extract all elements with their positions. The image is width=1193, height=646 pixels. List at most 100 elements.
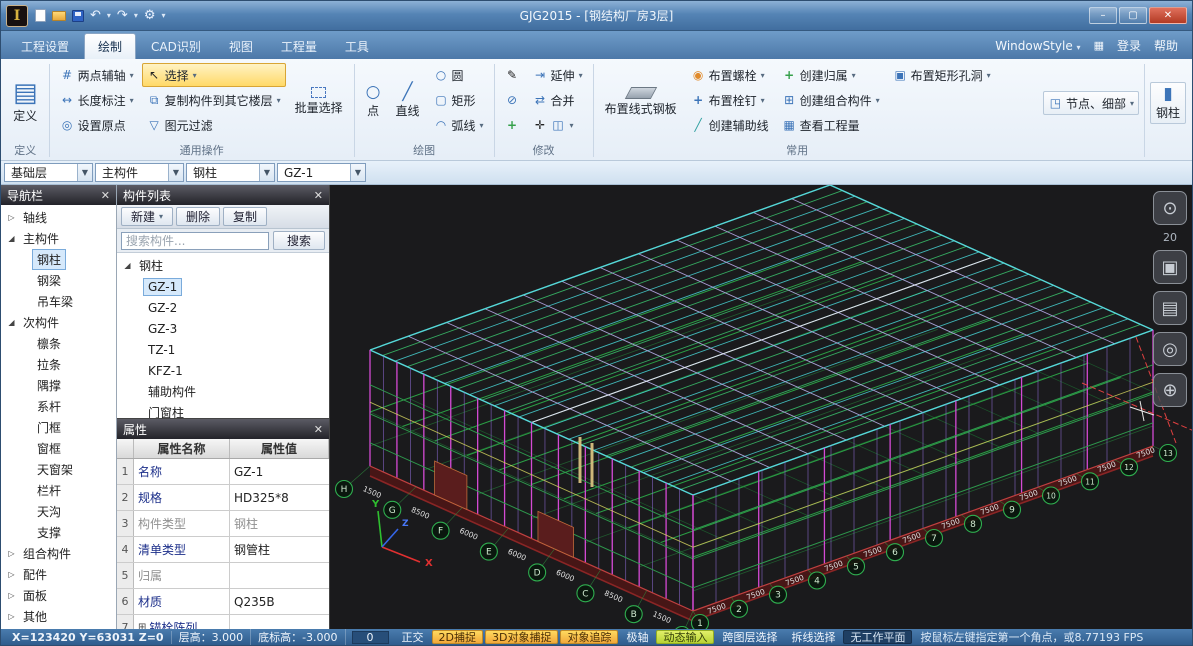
erase-button[interactable]: ⊘ bbox=[500, 88, 525, 112]
viewport-canvas[interactable]: 1750027500375004750057500675007750087500… bbox=[330, 185, 1192, 629]
category-select[interactable]: 主构件▼ bbox=[95, 163, 184, 182]
draw-circle-button[interactable]: ○圆 bbox=[429, 63, 489, 87]
nav-item[interactable]: 钢梁 bbox=[1, 270, 116, 291]
redo-dropdown-icon[interactable]: ▾ bbox=[134, 11, 138, 20]
close-icon[interactable]: ✕ bbox=[314, 423, 323, 436]
nav-item[interactable]: ▷组合构件 bbox=[1, 543, 116, 564]
create-belonging-button[interactable]: +创建归属▾ bbox=[777, 63, 885, 87]
close-button[interactable]: ✕ bbox=[1149, 7, 1187, 24]
close-icon[interactable]: ✕ bbox=[314, 189, 323, 202]
ribbon-tab[interactable]: 视图 bbox=[216, 34, 266, 59]
property-value[interactable]: HD325*8 bbox=[230, 485, 329, 510]
place-plate-button[interactable]: 布置线式钢板 bbox=[599, 63, 683, 140]
set-origin-button[interactable]: ◎设置原点 bbox=[55, 113, 139, 137]
viewport-3d[interactable]: 1750027500375004750057500675007750087500… bbox=[330, 185, 1192, 629]
ribbon-tab[interactable]: 绘制 bbox=[84, 33, 136, 59]
ribbon-tab[interactable]: 工程量 bbox=[268, 34, 330, 59]
nav-item[interactable]: 门框 bbox=[1, 417, 116, 438]
nav-item[interactable]: 支撑 bbox=[1, 522, 116, 543]
view-quantity-button[interactable]: ▦查看工程量 bbox=[777, 113, 885, 137]
status-toggle[interactable]: 无工作平面 bbox=[843, 630, 912, 644]
draw-line-button[interactable]: ╱直线 bbox=[390, 63, 426, 140]
layers-view-icon[interactable]: ▤ bbox=[1153, 291, 1187, 325]
ribbon-tab[interactable]: CAD识别 bbox=[138, 34, 214, 59]
expand-icon[interactable]: ⊞ bbox=[138, 622, 146, 629]
batch-select-button[interactable]: 批量选择 bbox=[289, 63, 349, 140]
nav-item[interactable]: 隅撑 bbox=[1, 375, 116, 396]
minimize-button[interactable]: – bbox=[1089, 7, 1117, 24]
copy-component-button[interactable]: 复制 bbox=[223, 207, 267, 226]
create-combo-button[interactable]: ⊞创建组合构件▾ bbox=[777, 88, 885, 112]
component-list-item[interactable]: KFZ-1 bbox=[117, 360, 329, 381]
cube-view-icon[interactable]: ▣ bbox=[1153, 250, 1187, 284]
settings-icon[interactable]: ⚙ bbox=[144, 8, 156, 24]
help-button[interactable]: 帮助 bbox=[1154, 37, 1178, 54]
draw-point-button[interactable]: ○点 bbox=[360, 63, 387, 140]
nav-item[interactable]: ▷面板 bbox=[1, 585, 116, 606]
define-button[interactable]: ▤ 定义 bbox=[7, 76, 44, 128]
component-list-item[interactable]: GZ-2 bbox=[117, 297, 329, 318]
nav-item[interactable]: ▷配件 bbox=[1, 564, 116, 585]
nav-item[interactable]: 拉条 bbox=[1, 354, 116, 375]
nav-item[interactable]: 天沟 bbox=[1, 501, 116, 522]
format-brush-button[interactable]: ✎ bbox=[500, 63, 525, 87]
nav-item[interactable]: 天窗架 bbox=[1, 459, 116, 480]
floor-select[interactable]: 基础层▼ bbox=[4, 163, 93, 182]
component-list-item[interactable]: TZ-1 bbox=[117, 339, 329, 360]
search-button[interactable]: 搜索 bbox=[273, 231, 325, 250]
pan-icon[interactable]: ◎ bbox=[1153, 332, 1187, 366]
open-file-icon[interactable] bbox=[52, 8, 66, 24]
component-list-item[interactable]: 辅助构件 bbox=[117, 381, 329, 402]
status-toggle[interactable]: 拆线选择 bbox=[785, 630, 841, 644]
nav-item[interactable]: 窗框 bbox=[1, 438, 116, 459]
status-toggle[interactable]: 2D捕捉 bbox=[432, 630, 483, 644]
login-button[interactable]: 登录 bbox=[1117, 37, 1141, 54]
status-toggle[interactable]: 正交 bbox=[396, 630, 430, 644]
rect-hole-button[interactable]: ▣布置矩形孔洞▾ bbox=[888, 63, 996, 87]
status-toggle[interactable]: 3D对象捕捉 bbox=[485, 630, 558, 644]
component-list-item[interactable]: GZ-1 bbox=[117, 276, 329, 297]
property-value[interactable]: 钢柱 bbox=[230, 511, 329, 536]
merge-button[interactable]: ⇄合并 bbox=[528, 88, 588, 112]
component-list-item[interactable]: GZ-3 bbox=[117, 318, 329, 339]
ribbon-tab[interactable]: 工具 bbox=[332, 34, 382, 59]
qat-customize-icon[interactable]: ▾ bbox=[162, 11, 166, 20]
nav-item[interactable]: ◢次构件 bbox=[1, 312, 116, 333]
close-icon[interactable]: ✕ bbox=[101, 189, 110, 202]
component-list-item[interactable]: 门窗柱 bbox=[117, 402, 329, 418]
search-input[interactable] bbox=[121, 232, 269, 250]
zoom-extents-icon[interactable]: ⊕ bbox=[1153, 373, 1187, 407]
status-toggle[interactable]: 对象追踪 bbox=[560, 630, 618, 644]
nav-item[interactable]: 吊车梁 bbox=[1, 291, 116, 312]
move-button[interactable]: ✛◫▾ bbox=[528, 113, 588, 137]
nav-item[interactable]: ▷其他 bbox=[1, 606, 116, 627]
nav-item[interactable]: ▷轴线 bbox=[1, 207, 116, 228]
draw-arc-button[interactable]: ◠弧线▾ bbox=[429, 113, 489, 137]
nav-item[interactable]: ◢主构件 bbox=[1, 228, 116, 249]
orbit-icon[interactable]: ⊙ bbox=[1153, 191, 1187, 225]
redo-icon[interactable]: ↷ bbox=[117, 8, 128, 24]
select-button[interactable]: ↖选择▾ bbox=[142, 63, 286, 87]
place-stud-button[interactable]: +布置栓钉▾ bbox=[686, 88, 774, 112]
draw-rect-button[interactable]: ▢矩形 bbox=[429, 88, 489, 112]
undo-icon[interactable]: ↶ bbox=[90, 8, 101, 24]
new-file-icon[interactable] bbox=[35, 8, 46, 24]
undo-dropdown-icon[interactable]: ▾ bbox=[107, 11, 111, 20]
node-detail-button[interactable]: ◳ 节点、细部▾ bbox=[1043, 91, 1139, 115]
save-icon[interactable] bbox=[72, 8, 84, 24]
status-toggle[interactable]: 动态输入 bbox=[656, 630, 714, 644]
nav-item[interactable]: 檩条 bbox=[1, 333, 116, 354]
property-value[interactable]: 钢管柱 bbox=[230, 537, 329, 562]
property-value[interactable]: Q235B bbox=[230, 589, 329, 614]
ribbon-tab[interactable]: 工程设置 bbox=[8, 34, 82, 59]
window-layout-icon[interactable]: ▦ bbox=[1094, 39, 1104, 52]
component-group-row[interactable]: ◢ 钢柱 bbox=[117, 255, 329, 276]
status-toggle[interactable]: 跨图层选择 bbox=[716, 630, 783, 644]
add-button[interactable]: + bbox=[500, 113, 525, 137]
place-bolt-button[interactable]: ◉布置螺栓▾ bbox=[686, 63, 774, 87]
nav-item[interactable]: 栏杆 bbox=[1, 480, 116, 501]
property-value[interactable]: GZ-1 bbox=[230, 459, 329, 484]
delete-component-button[interactable]: 删除 bbox=[176, 207, 220, 226]
steel-column-button[interactable]: ▮ 钢柱 bbox=[1150, 82, 1186, 125]
property-value[interactable] bbox=[230, 615, 329, 629]
